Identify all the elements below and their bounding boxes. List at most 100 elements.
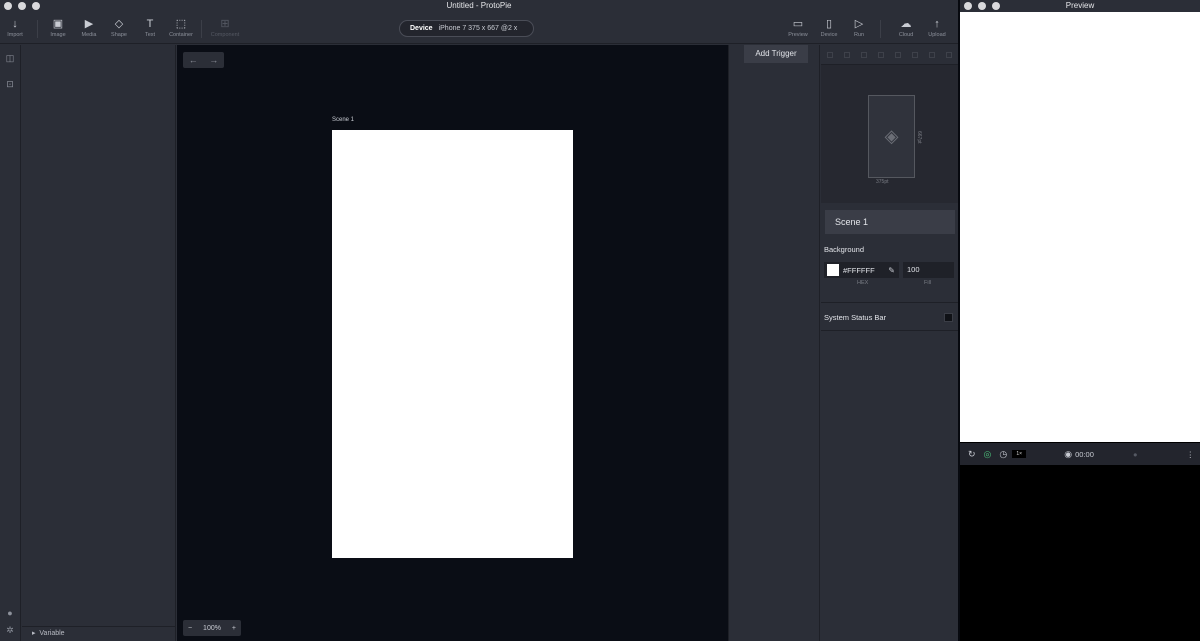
touch-indicator-icon[interactable]: ◎ <box>984 449 992 460</box>
align-left-icon[interactable] <box>826 51 833 58</box>
zoom-in-button[interactable]: + <box>232 625 236 632</box>
properties-panel: ◈ 375pt 667pt Scene 1 Background #FFFFFF… <box>821 45 958 641</box>
device-icon: ▯ <box>825 18 833 30</box>
scene-thumbnail-area: ◈ 375pt 667pt <box>821 65 958 203</box>
scene-title: Scene 1 <box>332 117 355 123</box>
fill-field[interactable]: 100 <box>903 262 954 278</box>
section-divider <box>821 330 958 331</box>
text-icon: T <box>146 18 154 30</box>
reload-icon[interactable]: ↻ <box>968 449 976 460</box>
import-label: Import <box>7 32 23 38</box>
media-button[interactable]: ▶ Media <box>74 17 104 38</box>
back-arrow-icon[interactable]: ← <box>183 52 204 68</box>
history-nav: ← → <box>183 52 224 68</box>
caret-right-icon: ▸ <box>32 630 36 637</box>
preview-button[interactable]: ▭ Preview <box>783 17 813 38</box>
background-heading: Background <box>824 245 865 254</box>
cloud-icon: ☁ <box>900 18 912 30</box>
device-selector[interactable]: Device iPhone 7 375 x 667 @2 x <box>399 20 534 37</box>
image-button[interactable]: ▣ Image <box>43 17 73 38</box>
gear-icon[interactable]: ✲ <box>5 625 15 635</box>
device-button-label: Device <box>820 32 838 38</box>
status-bar-label: System Status Bar <box>824 313 887 322</box>
zoom-out-button[interactable]: − <box>188 625 192 632</box>
zoom-control: − 100% + <box>183 620 241 636</box>
forward-arrow-icon[interactable]: → <box>204 52 225 68</box>
toolbar-divider <box>37 20 38 38</box>
align-center-icon[interactable] <box>843 51 850 58</box>
scene-name-field[interactable]: Scene 1 <box>825 210 955 234</box>
canvas[interactable]: ← → Scene 1 − 100% + <box>177 45 728 641</box>
background-color-field[interactable]: #FFFFFF ✎ <box>824 262 899 278</box>
thumbnail-width: 375pt <box>876 179 889 185</box>
hex-value[interactable]: #FFFFFF <box>843 266 875 275</box>
color-swatch[interactable] <box>827 264 839 276</box>
layers-panel-icon[interactable]: ◫ <box>5 53 15 63</box>
distribute-v-icon[interactable] <box>946 51 953 58</box>
device-label: Device <box>410 25 433 32</box>
run-label: Run <box>853 32 865 38</box>
hex-caption: HEX <box>857 280 869 286</box>
device-button[interactable]: ▯ Device <box>814 17 844 38</box>
protopie-main-window: Untitled - ProtoPie ↓ Import ▣ Image ▶ M… <box>0 0 958 641</box>
scene-thumbnail: ◈ <box>868 95 915 178</box>
speed-select[interactable]: 1× <box>1012 450 1027 458</box>
zoom-level[interactable]: 100% <box>203 625 221 632</box>
preview-screen[interactable] <box>960 12 1200 442</box>
preview-label: Preview <box>788 32 808 38</box>
device-value: iPhone 7 375 x 667 @2 x <box>438 25 518 32</box>
align-top-icon[interactable] <box>877 51 884 58</box>
cloud-button[interactable]: ☁ Cloud <box>891 17 921 38</box>
shape-label: Shape <box>111 32 127 38</box>
toolbar-divider <box>201 20 202 38</box>
variable-label: Variable <box>39 630 65 637</box>
fill-caption: Fill <box>924 280 932 286</box>
window-title: Untitled - ProtoPie <box>446 1 512 10</box>
user-icon[interactable]: ● <box>5 608 15 618</box>
import-icon: ↓ <box>12 18 18 30</box>
run-icon: ▷ <box>854 18 864 30</box>
container-button[interactable]: ⬚ Container <box>166 17 196 38</box>
image-label: Image <box>50 32 66 38</box>
record-icon[interactable]: ● <box>1133 450 1138 459</box>
variable-section[interactable]: ▸ Variable <box>22 626 176 641</box>
import-button[interactable]: ↓ Import <box>0 17 30 38</box>
text-label: Text <box>144 32 156 38</box>
align-middle-icon[interactable] <box>895 51 902 58</box>
media-label: Media <box>81 32 97 38</box>
speed-icon: ◷ <box>999 448 1008 459</box>
section-divider <box>821 302 958 303</box>
preview-title: Preview <box>1065 1 1095 10</box>
component-icon: ⊞ <box>220 18 230 30</box>
text-button[interactable]: T Text <box>135 17 165 38</box>
protopie-logo-icon: ◈ <box>884 126 899 146</box>
align-bottom-icon[interactable] <box>912 51 919 58</box>
timer-icon: ◉ <box>1064 448 1073 459</box>
preview-controls: ↻ ◎ ◷ 1× ◉ 00:00 ● ⋮ <box>960 443 1200 465</box>
media-icon: ▶ <box>84 18 94 30</box>
interaction-panel: Add Trigger <box>728 45 820 641</box>
thumbnail-height: 667pt <box>916 131 922 144</box>
toolbar-divider <box>880 20 881 38</box>
eyedropper-icon[interactable]: ✎ <box>888 266 895 275</box>
scene-artboard[interactable] <box>332 130 573 558</box>
assets-panel-icon[interactable]: ⊡ <box>5 79 15 89</box>
distribute-h-icon[interactable] <box>929 51 936 58</box>
upload-button[interactable]: ↑ Upload <box>922 17 952 38</box>
component-button[interactable]: ⊞ Component <box>210 17 240 38</box>
preview-window: Preview ↻ ◎ ◷ 1× ◉ 00:00 ● ⋮ <box>960 0 1200 641</box>
upload-label: Upload <box>928 32 946 38</box>
align-right-icon[interactable] <box>860 51 867 58</box>
image-icon: ▣ <box>52 18 64 30</box>
shape-button[interactable]: ◇ Shape <box>104 17 134 38</box>
layers-panel: ▸ Variable <box>22 45 176 641</box>
toolbar: ↓ Import ▣ Image ▶ Media ◇ Shape T Text … <box>0 12 958 44</box>
status-bar-checkbox[interactable] <box>944 313 953 322</box>
align-toolbar <box>821 45 958 65</box>
add-trigger-button[interactable]: Add Trigger <box>744 45 808 63</box>
title-bar: Untitled - ProtoPie <box>0 0 958 12</box>
component-label: Component <box>210 32 240 38</box>
run-button[interactable]: ▷ Run <box>844 17 874 38</box>
more-options-icon[interactable]: ⋮ <box>1187 450 1195 459</box>
container-label: Container <box>169 32 193 38</box>
